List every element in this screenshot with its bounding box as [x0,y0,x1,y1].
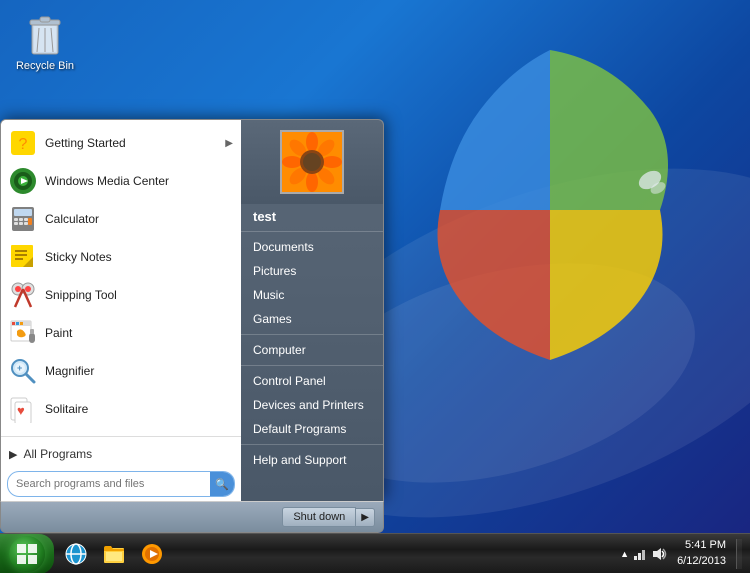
start-item-paint[interactable]: Paint [1,314,241,352]
solitaire-label: Solitaire [45,402,233,416]
magnifier-icon: + [9,357,37,385]
taskbar: ▲ 5:41 PM 6/12/2013 [0,533,750,573]
right-item-documents[interactable]: Documents [241,235,383,259]
search-button[interactable]: 🔍 [210,472,234,496]
recycle-bin-icon [25,10,65,58]
taskbar-ie-icon[interactable] [58,536,94,572]
calculator-label: Calculator [45,212,233,226]
right-item-games[interactable]: Games [241,307,383,331]
start-item-calculator[interactable]: Calculator [1,200,241,238]
snipping-tool-label: Snipping Tool [45,288,233,302]
tray-icons: ▲ [620,546,667,562]
start-menu: ? Getting Started ▶ [0,119,384,533]
windows-flag [410,30,690,395]
all-programs-arrow: ▶ [9,448,17,461]
tray-arrow-icon[interactable]: ▲ [620,549,629,559]
start-item-snipping-tool[interactable]: Snipping Tool [1,276,241,314]
windows-logo-icon [16,543,38,565]
paint-icon [9,319,37,347]
username-label: test [253,209,276,224]
solitaire-icon: ♥ [9,395,37,423]
start-orb [9,536,45,572]
windows-media-center-label: Windows Media Center [45,174,233,188]
snipping-tool-icon [9,281,37,309]
start-menu-programs-list: ? Getting Started ▶ [1,120,241,432]
shutdown-arrow-button[interactable]: ▶ [356,508,375,527]
sticky-notes-icon [9,243,37,271]
start-button[interactable] [0,534,54,573]
search-input[interactable] [8,478,210,490]
paint-label: Paint [45,326,233,340]
right-item-pictures[interactable]: Pictures [241,259,383,283]
start-menu-divider [1,436,241,437]
all-programs-item[interactable]: ▶ All Programs [1,441,241,467]
svg-text:♥: ♥ [17,403,25,418]
svg-text:?: ? [19,136,28,153]
clock-date: 6/12/2013 [677,554,726,569]
taskbar-media-player-icon[interactable] [134,536,170,572]
getting-started-label: Getting Started [45,136,217,150]
start-item-getting-started[interactable]: ? Getting Started ▶ [1,124,241,162]
username-row: test [241,204,383,228]
recycle-bin-label: Recycle Bin [16,60,74,72]
sticky-notes-label: Sticky Notes [45,250,233,264]
start-menu-bottom: Shut down ▶ [0,501,384,533]
calculator-icon [9,205,37,233]
right-item-music[interactable]: Music [241,283,383,307]
shutdown-button[interactable]: Shut down [282,507,356,527]
search-bar[interactable]: 🔍 [7,471,235,497]
getting-started-icon: ? [9,129,37,157]
getting-started-arrow: ▶ [225,138,233,149]
right-item-control-panel[interactable]: Control Panel [241,369,383,393]
tray-volume-icon[interactable] [651,546,667,562]
all-programs-label: All Programs [23,447,92,461]
show-desktop-button[interactable] [736,539,742,569]
start-item-sticky-notes[interactable]: Sticky Notes [1,238,241,276]
user-avatar-area [241,120,383,204]
start-menu-left-panel: ? Getting Started ▶ [1,120,241,501]
start-menu-right-panel: test Documents Pictures Music Games Comp… [241,120,383,501]
right-item-computer[interactable]: Computer [241,338,383,362]
right-menu-items: test Documents Pictures Music Games Comp… [241,204,383,501]
user-avatar[interactable] [280,130,344,194]
recycle-bin[interactable]: Recycle Bin [10,10,80,72]
tray-network-icon[interactable] [632,546,648,562]
start-item-windows-media-center[interactable]: Windows Media Center [1,162,241,200]
magnifier-label: Magnifier [45,364,233,378]
svg-text:+: + [17,363,22,373]
taskbar-tray: ▲ 5:41 PM 6/12/2013 [612,538,750,569]
start-item-magnifier[interactable]: + Magnifier [1,352,241,390]
taskbar-explorer-icon[interactable] [96,536,132,572]
windows-media-center-icon [9,167,37,195]
start-item-solitaire[interactable]: ♥ Solitaire [1,390,241,428]
system-clock[interactable]: 5:41 PM 6/12/2013 [671,538,732,569]
right-item-help-support[interactable]: Help and Support [241,448,383,472]
right-item-devices-printers[interactable]: Devices and Printers [241,393,383,417]
taskbar-pinned-icons [58,536,612,572]
desktop: Recycle Bin ? Getting Started [0,0,750,573]
clock-time: 5:41 PM [677,538,726,553]
right-item-default-programs[interactable]: Default Programs [241,417,383,441]
